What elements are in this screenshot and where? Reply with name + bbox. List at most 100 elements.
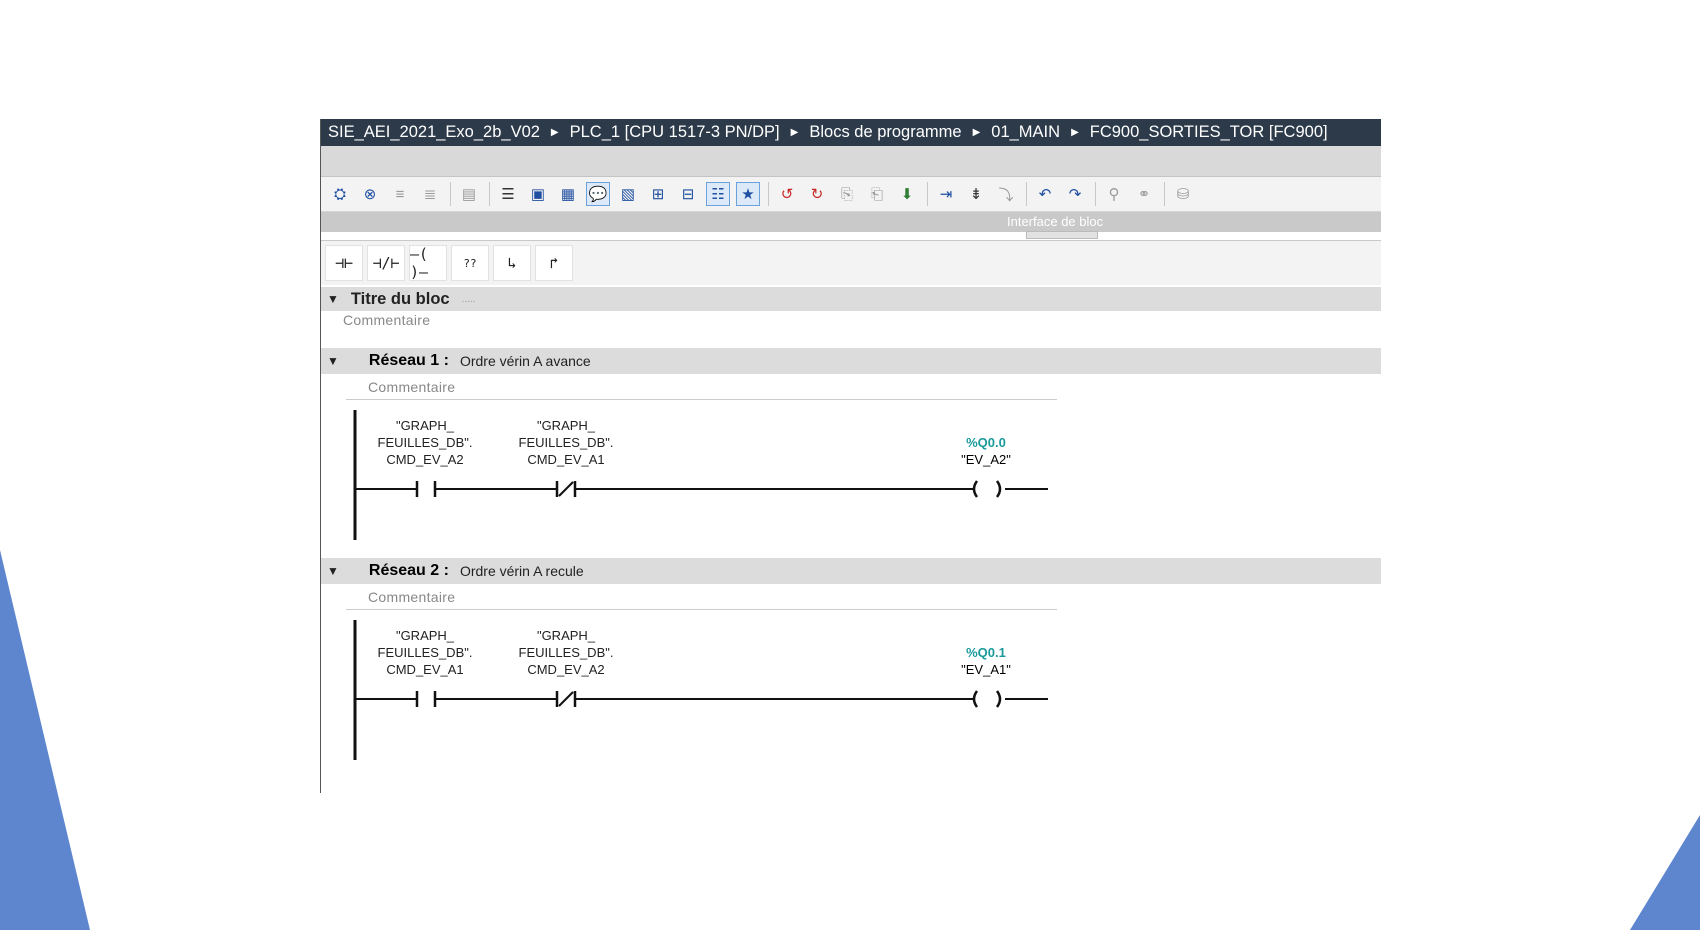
- operand-line: FEUILLES_DB".: [377, 435, 473, 450]
- monitoring-icon[interactable]: ⊞: [646, 182, 670, 206]
- block-interface-label: Interface de bloc: [1007, 214, 1104, 229]
- coil-address: %Q0.1: [966, 645, 1006, 660]
- network-comment-field[interactable]: Commentaire: [346, 374, 1057, 400]
- network-comment: Commentaire: [368, 588, 456, 605]
- breadcrumb-group[interactable]: 01_MAIN: [991, 123, 1060, 142]
- empty-box-icon[interactable]: ??: [451, 245, 489, 281]
- operand-line: "GRAPH_: [395, 418, 455, 433]
- toolbar-separator: [1095, 182, 1096, 206]
- operand-line: FEUILLES_DB".: [377, 645, 473, 660]
- contact-2-operand[interactable]: "GRAPH_ FEUILLES_DB". CMD_EV_A1: [511, 417, 621, 468]
- update-calls-icon[interactable]: ⎗: [865, 182, 889, 206]
- operand-line: CMD_EV_A2: [386, 452, 464, 467]
- operand-line: FEUILLES_DB".: [518, 645, 614, 660]
- network-title[interactable]: Ordre vérin A recule: [460, 563, 584, 579]
- delete-network-icon[interactable]: ⊗: [358, 182, 382, 206]
- collapse-icon[interactable]: ▼: [327, 354, 339, 368]
- slide-decoration-right: [1630, 815, 1700, 930]
- no-contact-icon[interactable]: ⊣⊢: [325, 245, 363, 281]
- glasses-icon[interactable]: ⚭: [1132, 182, 1156, 206]
- toolbar-separator: [1164, 182, 1165, 206]
- operand-line: CMD_EV_A1: [527, 452, 605, 467]
- toolbar-separator: [768, 182, 769, 206]
- block-title-dots: .....: [461, 293, 476, 305]
- breadcrumb: SIE_AEI_2021_Exo_2b_V02 ▶ PLC_1 [CPU 151…: [321, 119, 1381, 146]
- network-title[interactable]: Ordre vérin A avance: [460, 353, 591, 369]
- block-title-header[interactable]: ▼ Titre du bloc .....: [321, 287, 1381, 311]
- network-number: Réseau 2 :: [368, 562, 449, 579]
- block-title: Titre du bloc: [350, 289, 450, 308]
- network-1-header[interactable]: ▼ Réseau 1 : Ordre vérin A avance: [321, 348, 1381, 374]
- coil-operand[interactable]: %Q0.0 "EV_A2": [941, 434, 1031, 468]
- block-comment: Commentaire: [343, 312, 431, 328]
- absolute-operands-icon[interactable]: ▦: [556, 182, 580, 206]
- block-interface-splitter[interactable]: Interface de bloc: [321, 212, 1381, 239]
- network-2-ladder: "GRAPH_ FEUILLES_DB". CMD_EV_A1 "GRAPH_ …: [321, 610, 1381, 760]
- indent-icon[interactable]: ⇥: [934, 182, 958, 206]
- slide-decoration-left: [0, 550, 90, 930]
- insert-row-icon[interactable]: ≡: [388, 182, 412, 206]
- network-2-header[interactable]: ▼ Réseau 2 : Ordre vérin A recule: [321, 558, 1381, 584]
- toolbar-separator: [1026, 182, 1027, 206]
- compare-icon[interactable]: ⎘: [835, 182, 859, 206]
- coil-operand[interactable]: %Q0.1 "EV_A1": [941, 644, 1031, 678]
- favorites-icon[interactable]: ▧: [616, 182, 640, 206]
- toolbar-separator: [489, 182, 490, 206]
- contact-2-operand[interactable]: "GRAPH_ FEUILLES_DB". CMD_EV_A2: [511, 627, 621, 678]
- block-comment-field[interactable]: Commentaire: [321, 311, 1043, 342]
- triangle-right-icon: ▶: [550, 127, 559, 138]
- editor-toolbar: ⛭ ⊗ ≡ ≣ ▤ ☰ ▣ ▦ 💬 ▧ ⊞ ⊟ ☷ ★ ↺ ↻ ⎘ ⎗ ⬇ ⇥ …: [321, 177, 1381, 212]
- next-error-icon[interactable]: ↻: [805, 182, 829, 206]
- program-editor: SIE_AEI_2021_Exo_2b_V02 ▶ PLC_1 [CPU 151…: [320, 119, 1381, 793]
- breadcrumb-folder[interactable]: Blocs de programme: [809, 123, 961, 142]
- triangle-right-icon: ▶: [1071, 127, 1079, 138]
- breadcrumb-project[interactable]: SIE_AEI_2021_Exo_2b_V02: [328, 123, 540, 142]
- splitter-handle[interactable]: [1026, 231, 1098, 239]
- instruction-favorites-bar: ⊣⊢ ⊣/⊢ –( )– ?? ↳ ↱: [321, 240, 1381, 285]
- contact-1-operand[interactable]: "GRAPH_ FEUILLES_DB". CMD_EV_A1: [370, 627, 480, 678]
- coil-name: "EV_A1": [961, 662, 1011, 677]
- reset-start-values-icon[interactable]: ▤: [457, 182, 481, 206]
- go-to-error-icon[interactable]: ↺: [775, 182, 799, 206]
- previous-icon[interactable]: ↶: [1033, 182, 1057, 206]
- network-view-icon[interactable]: ☷: [706, 182, 730, 206]
- watch-table-icon[interactable]: ⊟: [676, 182, 700, 206]
- toolbar-separator: [927, 182, 928, 206]
- compile-icon[interactable]: ⬇: [895, 182, 919, 206]
- coil-icon[interactable]: –( )–: [409, 245, 447, 281]
- network-1-ladder: "GRAPH_ FEUILLES_DB". CMD_EV_A2 "GRAPH_ …: [321, 400, 1381, 550]
- operand-line: "GRAPH_: [536, 418, 596, 433]
- triangle-right-icon: ▶: [790, 127, 799, 138]
- expand-networks-icon[interactable]: ▣: [526, 182, 550, 206]
- collapse-networks-icon[interactable]: ☰: [496, 182, 520, 206]
- collapse-icon[interactable]: ▼: [327, 564, 339, 578]
- favorites-bar-icon[interactable]: ★: [736, 182, 760, 206]
- network-comment-field[interactable]: Commentaire: [346, 584, 1057, 610]
- open-branch-icon[interactable]: ↳: [493, 245, 531, 281]
- coil-name: "EV_A2": [961, 452, 1011, 467]
- toolbar-separator: [450, 182, 451, 206]
- monitor-on-off-icon[interactable]: ⚲: [1102, 182, 1126, 206]
- add-row-icon[interactable]: ≣: [418, 182, 442, 206]
- operand-line: CMD_EV_A1: [386, 662, 464, 677]
- network-comment: Commentaire: [368, 378, 456, 395]
- sort-icon[interactable]: ⇟: [964, 182, 988, 206]
- editor-header-bar: [321, 146, 1381, 177]
- insert-network-icon[interactable]: ⛭: [328, 182, 352, 206]
- collapse-icon[interactable]: ▼: [327, 292, 339, 306]
- show-comments-icon[interactable]: 💬: [586, 182, 610, 206]
- breadcrumb-plc[interactable]: PLC_1 [CPU 1517-3 PN/DP]: [570, 123, 780, 142]
- close-branch-icon[interactable]: ↱: [535, 245, 573, 281]
- breadcrumb-block[interactable]: FC900_SORTIES_TOR [FC900]: [1090, 123, 1328, 142]
- jump-icon[interactable]: ⤵: [994, 182, 1018, 206]
- contact-1-operand[interactable]: "GRAPH_ FEUILLES_DB". CMD_EV_A2: [370, 417, 480, 468]
- coil-address: %Q0.0: [966, 435, 1006, 450]
- lock-icon[interactable]: ⛁: [1171, 182, 1195, 206]
- network-number: Réseau 1 :: [368, 352, 449, 369]
- operand-line: "GRAPH_: [536, 628, 596, 643]
- nc-contact-icon[interactable]: ⊣/⊢: [367, 245, 405, 281]
- operand-line: CMD_EV_A2: [527, 662, 605, 677]
- triangle-right-icon: ▶: [972, 127, 981, 138]
- next-icon[interactable]: ↷: [1063, 182, 1087, 206]
- operand-line: FEUILLES_DB".: [518, 435, 614, 450]
